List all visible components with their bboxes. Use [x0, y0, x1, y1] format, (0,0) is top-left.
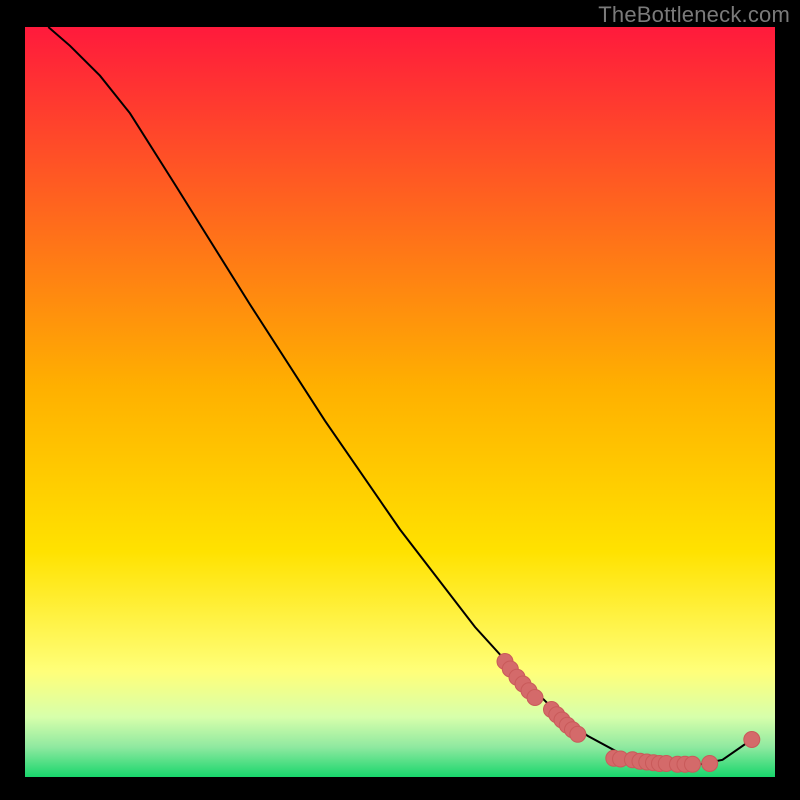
- curve-marker: [685, 756, 701, 772]
- curve-marker: [527, 690, 543, 706]
- curve-marker: [744, 732, 760, 748]
- bottleneck-chart: [0, 0, 800, 800]
- plot-background: [25, 27, 775, 777]
- curve-marker: [702, 756, 718, 772]
- attribution-text: TheBottleneck.com: [598, 2, 790, 28]
- curve-marker: [570, 726, 586, 742]
- chart-stage: TheBottleneck.com: [0, 0, 800, 800]
